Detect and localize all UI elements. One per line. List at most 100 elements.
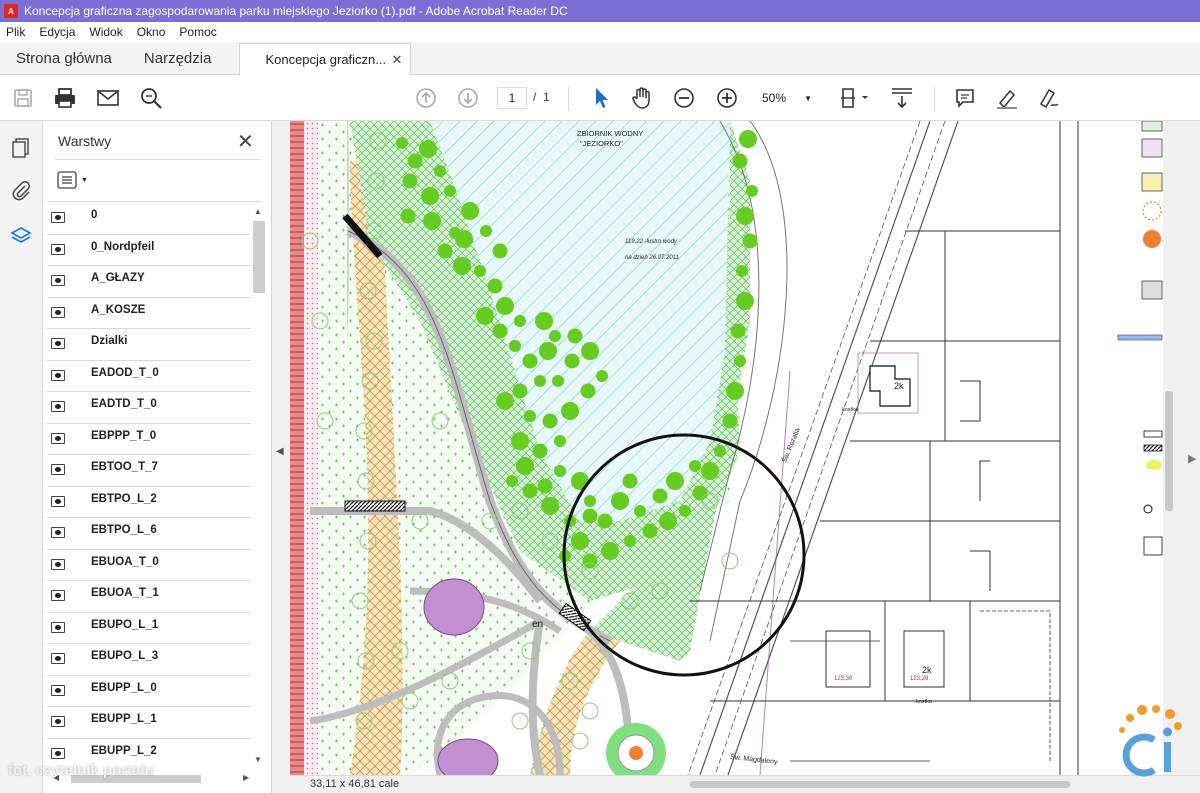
layer-row[interactable]: EBUPP_L_1 xyxy=(47,707,251,739)
highlight-icon[interactable] xyxy=(994,85,1020,111)
eye-icon[interactable] xyxy=(51,684,65,696)
layer-options-button[interactable]: ▼ xyxy=(57,169,91,191)
tree-mark xyxy=(666,472,684,490)
menu-view[interactable]: Widok xyxy=(87,25,124,39)
eye-icon[interactable] xyxy=(51,716,65,727)
panel-title: Warstwy xyxy=(58,133,112,149)
zoom-out-icon[interactable] xyxy=(671,85,697,111)
layer-name: EBUPO_L_3 xyxy=(91,650,159,662)
attachment-icon[interactable] xyxy=(10,179,32,201)
horizontal-scrollbar-thumb[interactable] xyxy=(690,781,1070,788)
next-page-icon[interactable] xyxy=(455,85,481,111)
print-icon[interactable] xyxy=(52,85,78,111)
layer-row[interactable]: EBUOA_T_0 xyxy=(47,550,251,581)
layer-row[interactable]: EBUPO_L_1 xyxy=(47,613,251,644)
eye-icon[interactable] xyxy=(51,527,65,538)
tree-mark xyxy=(541,497,559,515)
tree-mark xyxy=(722,413,738,429)
eye-icon[interactable] xyxy=(51,590,65,601)
pages-icon[interactable] xyxy=(10,137,32,159)
email-icon[interactable] xyxy=(95,85,121,111)
zoom-value: 50% xyxy=(762,91,787,105)
eye-icon[interactable] xyxy=(51,338,65,349)
layer-row[interactable]: EBUPO_L_3 xyxy=(47,644,251,676)
tree-mark xyxy=(552,375,564,387)
layers-vertical-scrollbar[interactable]: ▲ ▼ xyxy=(251,207,265,767)
eye-icon[interactable] xyxy=(51,747,65,759)
collapse-panel-icon[interactable]: ◀ xyxy=(276,446,284,457)
layer-row[interactable]: EADOD_T_0 xyxy=(47,361,251,392)
eye-icon[interactable] xyxy=(51,401,65,412)
eye-icon[interactable] xyxy=(51,621,65,633)
save-icon[interactable] xyxy=(10,85,36,111)
menu-file[interactable]: Plik xyxy=(4,25,27,39)
document-vertical-scrollbar[interactable] xyxy=(1163,121,1175,775)
layer-row[interactable]: 0_Nordpfeil xyxy=(47,235,251,266)
layer-row[interactable]: A_GŁAZY xyxy=(47,266,251,298)
eye-icon[interactable] xyxy=(51,275,65,286)
layer-row[interactable]: EBUOA_T_1 xyxy=(47,581,251,613)
comment-icon[interactable] xyxy=(952,85,978,111)
tree-mark xyxy=(580,383,596,399)
chevron-down-icon: ▼ xyxy=(81,176,88,184)
layer-row[interactable]: EBTPO_L_2 xyxy=(47,487,251,518)
hand-tool-icon[interactable] xyxy=(629,85,655,111)
tree-mark xyxy=(736,265,748,277)
tree-mark xyxy=(659,512,677,530)
page-number-input[interactable]: 1 xyxy=(497,87,527,109)
scroll-up-icon[interactable]: ▲ xyxy=(254,207,262,216)
scroll-down-icon[interactable]: ▼ xyxy=(254,755,262,764)
scrollbar-thumb[interactable] xyxy=(253,221,265,293)
layer-row[interactable]: EBPPP_T_0 xyxy=(47,424,251,455)
menu-window[interactable]: Okno xyxy=(135,25,168,39)
tree-mark xyxy=(634,505,646,517)
eye-icon[interactable] xyxy=(51,212,65,223)
layer-name: A_GŁAZY xyxy=(91,272,145,284)
zoom-select[interactable]: 50% ▼ xyxy=(758,87,816,109)
layer-row[interactable]: 0 xyxy=(47,203,251,235)
tree-mark xyxy=(506,475,518,487)
eye-icon[interactable] xyxy=(51,653,65,664)
layer-row[interactable]: A_KOSZE xyxy=(47,298,251,329)
tree-mark xyxy=(582,553,598,569)
layers-icon[interactable] xyxy=(10,225,32,247)
tree-mark xyxy=(492,243,508,259)
eye-icon[interactable] xyxy=(51,495,65,507)
eye-icon[interactable] xyxy=(51,464,65,475)
tab-document[interactable]: Koncepcja graficzn... ✕ xyxy=(239,43,412,75)
layer-row[interactable]: EBUPP_L_0 xyxy=(47,676,251,707)
tree-mark xyxy=(421,187,439,205)
tree-mark xyxy=(679,505,691,517)
zoom-in-icon[interactable] xyxy=(714,85,740,111)
eye-icon[interactable] xyxy=(51,432,65,444)
expand-right-panel-icon[interactable]: ▶ xyxy=(1188,452,1196,465)
eye-icon[interactable] xyxy=(51,369,65,381)
document-view[interactable]: ZBIORNIK WODNY "JEZIORKO" 119,22 -lustro… xyxy=(290,121,1163,775)
tree-mark xyxy=(739,130,757,148)
eye-icon[interactable] xyxy=(51,558,65,570)
sign-icon[interactable] xyxy=(1036,85,1062,111)
tree-mark xyxy=(584,495,596,507)
scroll-right-icon[interactable]: ▶ xyxy=(243,773,249,782)
scrollbar-thumb[interactable] xyxy=(1165,391,1173,511)
previous-page-icon[interactable] xyxy=(413,85,439,111)
layer-row[interactable]: EBTOO_T_7 xyxy=(47,455,251,487)
eye-icon[interactable] xyxy=(51,306,65,318)
close-tab-icon[interactable]: ✕ xyxy=(392,52,403,68)
close-icon[interactable]: ✕ xyxy=(237,129,254,154)
elevation-label: 123,29 xyxy=(910,676,929,682)
layer-row[interactable]: Dzialki xyxy=(47,329,251,361)
tab-home[interactable]: Strona główna xyxy=(0,42,128,74)
menu-help[interactable]: Pomoc xyxy=(177,25,218,39)
tab-tools[interactable]: Narzędzia xyxy=(128,42,228,74)
layer-row[interactable]: EBTPO_L_6 xyxy=(47,518,251,550)
layer-row[interactable]: EADTD_T_0 xyxy=(47,392,251,424)
scroll-mode-icon[interactable] xyxy=(889,85,915,111)
select-cursor-icon[interactable] xyxy=(588,85,614,111)
menu-edit[interactable]: Edycja xyxy=(37,25,77,39)
tree-mark xyxy=(554,465,566,477)
page-fit-icon[interactable] xyxy=(836,85,872,111)
eye-icon[interactable] xyxy=(51,243,65,255)
tab-bar: Strona główna Narzędzia Koncepcja grafic… xyxy=(0,42,1200,75)
search-icon[interactable] xyxy=(138,85,164,111)
